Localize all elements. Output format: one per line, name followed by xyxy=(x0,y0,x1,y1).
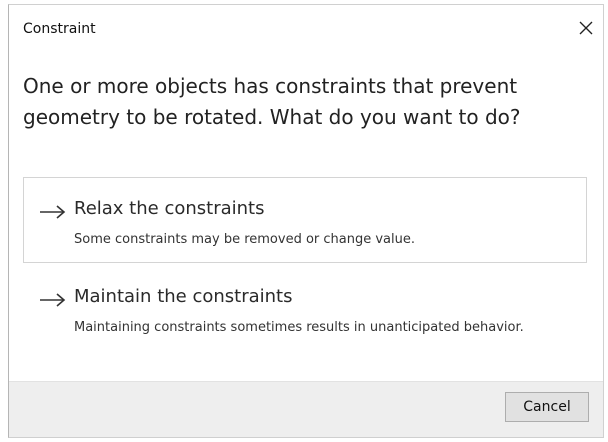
maintain-constraints-option[interactable]: Maintain the constraints Maintaining con… xyxy=(23,273,587,369)
relax-option-description: Some constraints may be removed or chang… xyxy=(74,232,416,247)
dialog-footer: Cancel xyxy=(9,381,603,437)
arrow-right-icon xyxy=(40,293,66,307)
maintain-option-title: Maintain the constraints xyxy=(74,286,293,307)
dialog-message: One or more objects has constraints that… xyxy=(23,74,521,129)
arrow-right-icon xyxy=(40,205,66,219)
constraint-dialog: Constraint One or more objects has const… xyxy=(8,4,604,438)
cancel-button[interactable]: Cancel xyxy=(505,392,589,422)
dialog-title: Constraint xyxy=(23,21,96,37)
maintain-option-description: Maintaining constraints sometimes result… xyxy=(74,320,524,335)
title-bar: Constraint xyxy=(9,5,603,45)
relax-constraints-option[interactable]: Relax the constraints Some constraints m… xyxy=(23,177,587,263)
close-button[interactable] xyxy=(573,15,599,41)
close-icon xyxy=(579,21,593,35)
relax-option-title: Relax the constraints xyxy=(74,198,265,219)
